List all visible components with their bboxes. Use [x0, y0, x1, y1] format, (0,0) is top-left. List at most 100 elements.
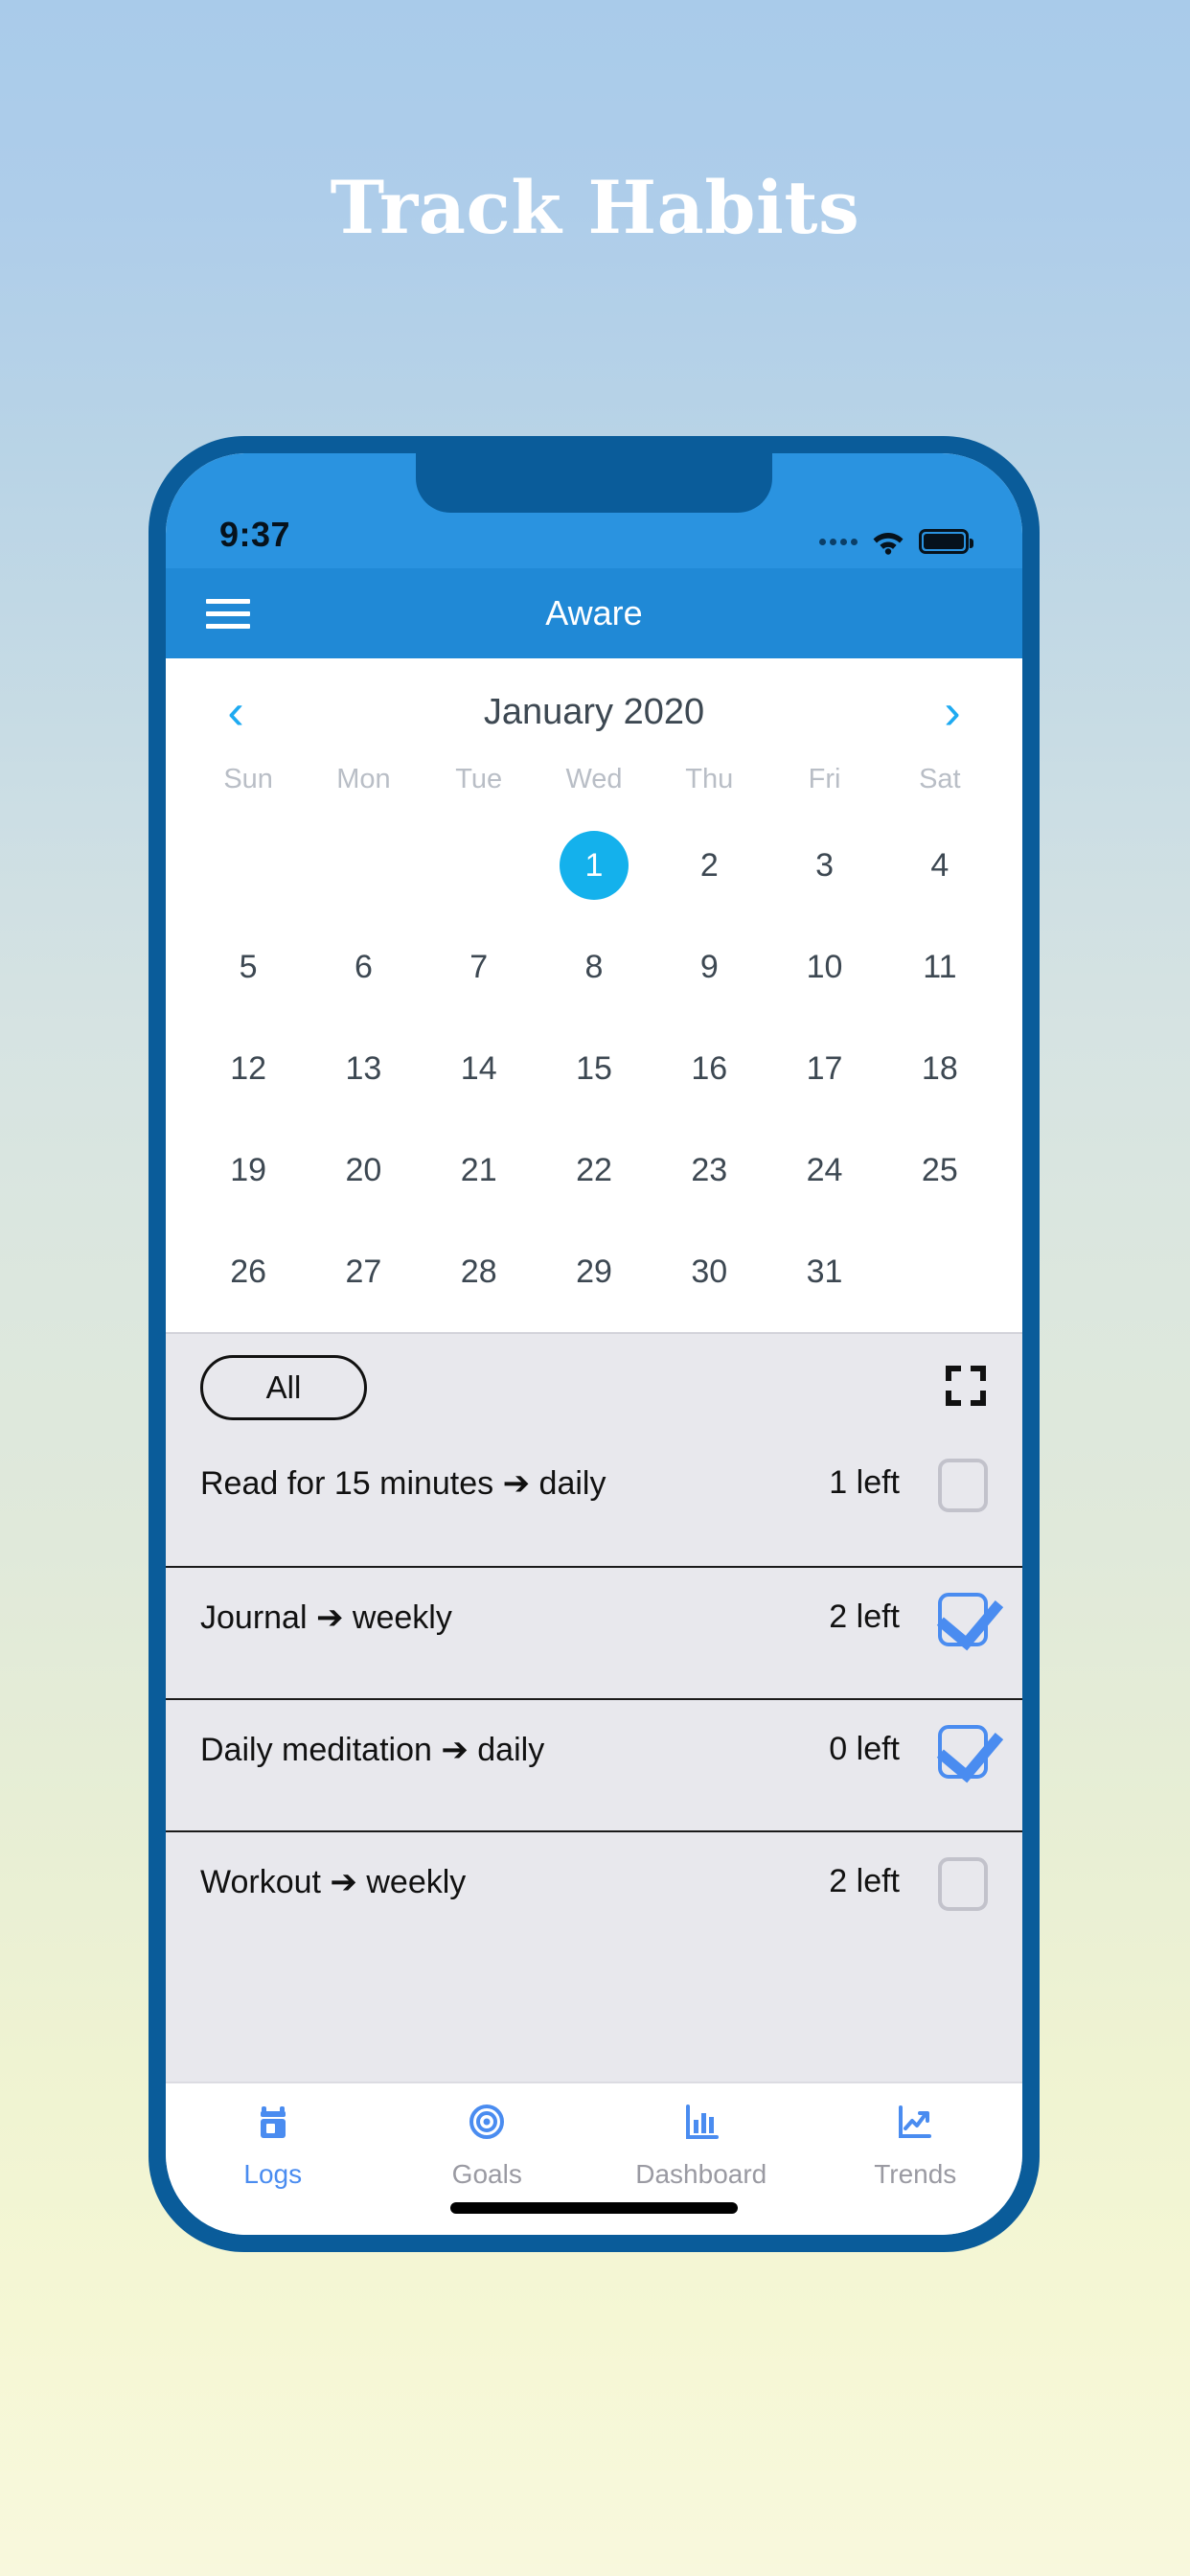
habit-checkbox-unchecked[interactable]	[938, 1459, 988, 1512]
nav-item-trends[interactable]: Trends	[809, 2101, 1023, 2235]
calendar: ‹ January 2020 › Sun Mon Tue Wed Thu Fri Sat 1…	[166, 658, 1022, 1332]
nav-label-logs: Logs	[243, 2159, 303, 2189]
status-time: 9:37	[219, 515, 291, 554]
habit-list-section: All Read for 15 minutes ➔ daily 1 left Jou…	[166, 1332, 1022, 2082]
calendar-week-row: 19 20 21 22 23 24 25	[191, 1119, 997, 1221]
battery-icon	[919, 529, 973, 554]
calendar-day-6[interactable]: 6	[306, 916, 421, 1018]
calendar-day-number: 22	[576, 1151, 612, 1188]
calendar-day-1[interactable]: 1	[537, 815, 652, 916]
habit-checkbox-checked[interactable]	[938, 1725, 988, 1779]
calendar-day-3[interactable]: 3	[767, 815, 881, 916]
calendar-day-30[interactable]: 30	[652, 1221, 767, 1322]
target-goals-icon	[466, 2101, 508, 2148]
calendar-day-empty	[882, 1221, 997, 1322]
calendar-day-27[interactable]: 27	[306, 1221, 421, 1322]
calendar-day-2[interactable]: 2	[652, 815, 767, 916]
habit-checkbox-checked[interactable]	[938, 1593, 988, 1646]
nav-item-dashboard[interactable]: Dashboard	[594, 2101, 809, 2235]
habit-row[interactable]: Journal ➔ weekly 2 left	[166, 1566, 1022, 1698]
habit-filter-bar: All	[166, 1334, 1022, 1434]
habit-remaining-count: 1 left	[829, 1464, 900, 1501]
calendar-day-31[interactable]: 31	[767, 1221, 881, 1322]
calendar-day-number: 16	[691, 1049, 728, 1087]
calendar-day-number: 27	[345, 1253, 382, 1290]
calendar-day-19[interactable]: 19	[191, 1119, 306, 1221]
page-title: Track Habits	[330, 165, 860, 250]
signal-dots-icon	[819, 538, 858, 545]
calendar-day-22[interactable]: 22	[537, 1119, 652, 1221]
calendar-day-number: 19	[230, 1151, 267, 1188]
calendar-weekday-fri: Fri	[808, 764, 841, 794]
notch	[416, 453, 772, 513]
nav-label-trends: Trends	[874, 2159, 957, 2189]
habit-rows: Read for 15 minutes ➔ daily 1 left Journal…	[166, 1434, 1022, 1963]
calendar-day-number: 24	[806, 1151, 843, 1188]
calendar-day-15[interactable]: 15	[537, 1018, 652, 1119]
calendar-day-20[interactable]: 20	[306, 1119, 421, 1221]
calendar-day-11[interactable]: 11	[882, 916, 997, 1018]
calendar-day-number: 10	[806, 948, 843, 985]
calendar-day-10[interactable]: 10	[767, 916, 881, 1018]
filter-chip-all[interactable]: All	[200, 1355, 367, 1420]
chevron-right-icon[interactable]: ›	[928, 687, 976, 737]
line-chart-trends-icon	[894, 2101, 936, 2148]
calendar-day-12[interactable]: 12	[191, 1018, 306, 1119]
calendar-day-18[interactable]: 18	[882, 1018, 997, 1119]
calendar-weekday-mon: Mon	[336, 764, 391, 794]
calendar-day-number: 11	[923, 948, 957, 985]
calendar-day-number: 18	[921, 1049, 958, 1087]
habit-checkbox-unchecked[interactable]	[938, 1857, 988, 1911]
calendar-header: ‹ January 2020 ›	[191, 679, 997, 758]
calendar-day-14[interactable]: 14	[422, 1018, 537, 1119]
calendar-week-row: 1 2 3 4	[191, 815, 997, 916]
calendar-month-title: January 2020	[483, 691, 705, 732]
calendar-day-8[interactable]: 8	[537, 916, 652, 1018]
calendar-week-row: 12 13 14 15 16 17 18	[191, 1018, 997, 1119]
habit-row[interactable]: Read for 15 minutes ➔ daily 1 left	[166, 1434, 1022, 1566]
phone-mockup: 9:37 Aware ‹ January 2020 › Sun Mon Tue …	[149, 436, 1040, 2252]
calendar-day-5[interactable]: 5	[191, 916, 306, 1018]
calendar-day-empty	[191, 815, 306, 916]
calendar-day-13[interactable]: 13	[306, 1018, 421, 1119]
calendar-day-28[interactable]: 28	[422, 1221, 537, 1322]
calendar-day-24[interactable]: 24	[767, 1119, 881, 1221]
calendar-day-number: 8	[584, 948, 604, 985]
calendar-day-16[interactable]: 16	[652, 1018, 767, 1119]
calendar-day-9[interactable]: 9	[652, 916, 767, 1018]
nav-item-logs[interactable]: Logs	[166, 2101, 380, 2235]
fullscreen-expand-icon[interactable]	[944, 1364, 988, 1413]
calendar-day-21[interactable]: 21	[422, 1119, 537, 1221]
calendar-day-7[interactable]: 7	[422, 916, 537, 1018]
chevron-left-icon[interactable]: ‹	[212, 687, 260, 737]
habit-name: Workout ➔ weekly	[200, 1864, 467, 1900]
wifi-icon	[871, 528, 905, 555]
calendar-day-number: 13	[345, 1049, 382, 1087]
calendar-day-17[interactable]: 17	[767, 1018, 881, 1119]
habit-remaining-count: 0 left	[829, 1731, 900, 1767]
calendar-day-25[interactable]: 25	[882, 1119, 997, 1221]
calendar-day-23[interactable]: 23	[652, 1119, 767, 1221]
calendar-day-empty	[306, 815, 421, 916]
calendar-day-29[interactable]: 29	[537, 1221, 652, 1322]
calendar-logs-icon	[252, 2101, 294, 2148]
app-bar: Aware	[166, 568, 1022, 658]
habit-row[interactable]: Workout ➔ weekly 2 left	[166, 1830, 1022, 1963]
nav-label-goals: Goals	[451, 2159, 522, 2189]
status-icons	[819, 528, 973, 555]
calendar-day-number: 12	[230, 1049, 267, 1087]
habit-remaining-count: 2 left	[829, 1598, 900, 1635]
calendar-day-26[interactable]: 26	[191, 1221, 306, 1322]
calendar-weekday-row: Sun Mon Tue Wed Thu Fri Sat	[191, 758, 997, 815]
habit-row[interactable]: Daily meditation ➔ daily 0 left	[166, 1698, 1022, 1830]
nav-item-goals[interactable]: Goals	[380, 2101, 595, 2235]
calendar-day-number: 7	[469, 948, 489, 985]
calendar-day-number: 25	[921, 1151, 958, 1188]
calendar-day-empty	[422, 815, 537, 916]
calendar-weekday-sat: Sat	[919, 764, 961, 794]
nav-label-dashboard: Dashboard	[635, 2159, 767, 2189]
hamburger-menu-icon[interactable]	[206, 591, 250, 636]
home-indicator-bar	[450, 2202, 738, 2214]
calendar-day-number: 1	[559, 831, 629, 900]
calendar-day-4[interactable]: 4	[882, 815, 997, 916]
